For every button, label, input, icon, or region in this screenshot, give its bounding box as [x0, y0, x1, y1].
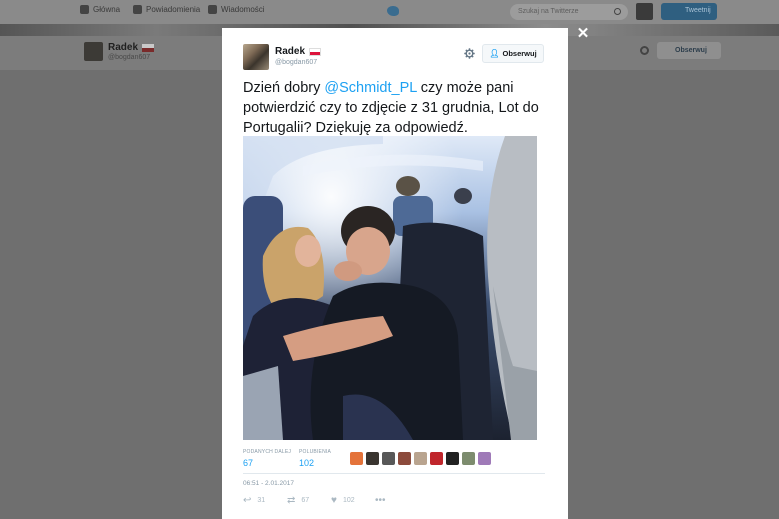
profile-handle: @bogdan607	[108, 54, 151, 61]
profile-name: Radek	[108, 42, 155, 53]
tweet-photo[interactable]	[243, 136, 537, 440]
reply-count: 31	[257, 497, 266, 504]
liker-avatar[interactable]	[398, 452, 411, 465]
follow-button-label: Obserwuj	[502, 49, 537, 58]
tweet-timestamp[interactable]: 06:51 - 2.01.2017	[243, 480, 294, 487]
twitter-logo-icon[interactable]	[387, 6, 399, 16]
liker-avatar[interactable]	[382, 452, 395, 465]
tweet-stats: PODANYCH DALEJ 67 POLUBIENIA 102	[243, 449, 545, 471]
reply-icon: ↩︎	[243, 495, 252, 506]
user-avatar[interactable]	[636, 3, 653, 20]
tweet-modal: Radek @bogdan607 👤︎ Obserwuj Dzień dobry…	[222, 28, 568, 519]
nav-home-label: Główna	[93, 5, 121, 14]
home-icon	[80, 5, 89, 14]
like-count[interactable]: POLUBIENIA 102	[299, 449, 331, 468]
divider	[243, 473, 545, 474]
retweet-icon: ⇄︎	[287, 495, 296, 506]
profile-name-text: Radek	[108, 42, 139, 53]
retweet-count-value: 67	[243, 458, 254, 468]
liker-avatar[interactable]	[350, 452, 363, 465]
profile-avatar[interactable]	[84, 42, 103, 61]
gear-icon[interactable]	[464, 48, 475, 59]
retweet-action-count: 67	[301, 497, 310, 504]
search-input[interactable]: Szukaj na Twitterze	[510, 4, 628, 20]
mention-link[interactable]: @Schmidt_PL	[324, 80, 416, 96]
poland-flag-icon	[142, 43, 155, 52]
more-button[interactable]: •••	[375, 495, 386, 506]
like-count-label: POLUBIENIA	[299, 449, 332, 455]
envelope-icon	[208, 5, 217, 14]
liker-avatar[interactable]	[414, 452, 427, 465]
liker-avatar[interactable]	[478, 452, 491, 465]
nav-messages[interactable]: Wiadomości	[208, 5, 265, 14]
more-dots-icon: •••	[375, 495, 386, 506]
close-icon[interactable]: ✕	[576, 26, 590, 41]
search-placeholder: Szukaj na Twitterze	[518, 8, 579, 15]
retweet-button[interactable]: ⇄︎ 67	[287, 495, 331, 506]
liker-avatars	[350, 452, 491, 465]
profile-follow-button[interactable]: Obserwuj	[657, 42, 721, 59]
search-icon	[614, 8, 621, 15]
profile-gear-icon[interactable]	[640, 46, 649, 55]
tweet-text: Dzień dobry @Schmidt_PL czy może pani po…	[243, 78, 548, 138]
liker-avatar[interactable]	[430, 452, 443, 465]
liker-avatar[interactable]	[446, 452, 459, 465]
like-button[interactable]: ♥︎ 102	[331, 495, 375, 506]
tweet-actions: ↩︎ 31 ⇄︎ 67 ♥︎ 102 •••	[243, 495, 386, 506]
author-name[interactable]: Radek	[275, 46, 322, 57]
nav-messages-label: Wiadomości	[221, 5, 265, 14]
airplane-cabin-photo	[243, 136, 537, 440]
retweet-count[interactable]: PODANYCH DALEJ 67	[243, 449, 291, 468]
tweet-text-start: Dzień dobry	[243, 80, 325, 96]
nav-home[interactable]: Główna	[80, 5, 120, 14]
tweet-button[interactable]: Tweetnij	[661, 3, 717, 20]
like-action-count: 102	[342, 497, 355, 504]
author-avatar[interactable]	[243, 44, 269, 70]
liker-avatar[interactable]	[366, 452, 379, 465]
liker-avatar[interactable]	[462, 452, 475, 465]
heart-icon: ♥︎	[331, 495, 337, 506]
nav-notifications[interactable]: Powiadomienia	[133, 5, 200, 14]
author-name-text: Radek	[275, 46, 306, 57]
follow-button[interactable]: 👤︎ Obserwuj	[482, 44, 544, 63]
nav-notifications-label: Powiadomienia	[146, 5, 201, 14]
like-count-value: 102	[299, 458, 315, 468]
reply-button[interactable]: ↩︎ 31	[243, 495, 287, 506]
add-person-icon: 👤︎	[489, 49, 500, 58]
author-handle[interactable]: @bogdan607	[275, 59, 317, 66]
poland-flag-icon	[309, 47, 322, 56]
retweet-count-label: PODANYCH DALEJ	[243, 449, 292, 455]
bell-icon	[133, 5, 142, 14]
